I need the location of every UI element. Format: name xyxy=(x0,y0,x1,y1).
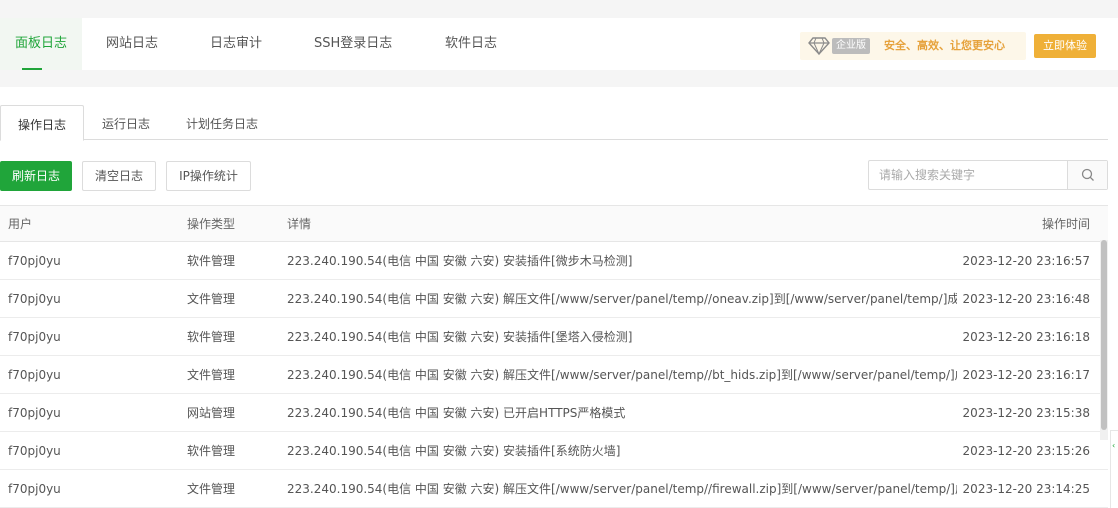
ip-stats-button[interactable]: IP操作统计 xyxy=(166,161,251,191)
table-row: f70pj0yu 文件管理 223.240.190.54(电信 中国 安徽 六安… xyxy=(0,470,1108,508)
sub-tab-bar: 操作日志 运行日志 计划任务日志 xyxy=(0,105,1108,141)
cell-time: 2023-12-20 23:16:17 xyxy=(962,368,1090,382)
table-scrollbar[interactable] xyxy=(1100,240,1108,440)
operation-log-table: 用户 操作类型 详情 操作时间 f70pj0yu 软件管理 223.240.19… xyxy=(0,205,1108,508)
cell-type: 文件管理 xyxy=(187,368,236,382)
cell-user: f70pj0yu xyxy=(8,406,61,420)
cell-user: f70pj0yu xyxy=(8,368,61,382)
cell-type: 网站管理 xyxy=(187,406,236,420)
table-row: f70pj0yu 文件管理 223.240.190.54(电信 中国 安徽 六安… xyxy=(0,280,1108,318)
cell-user: f70pj0yu xyxy=(8,482,61,496)
cell-time: 2023-12-20 23:16:18 xyxy=(962,330,1090,344)
cell-detail: 223.240.190.54(电信 中国 安徽 六安) 安装插件[系统防火墙] xyxy=(287,444,621,458)
tab-panel-log[interactable]: 面板日志 xyxy=(0,18,82,70)
cell-time: 2023-12-20 23:15:26 xyxy=(962,444,1090,458)
tab-label: 面板日志 xyxy=(14,36,67,51)
cell-detail: 223.240.190.54(电信 中国 安徽 六安) 安装插件[堡塔入侵检测] xyxy=(287,330,633,344)
column-header-time[interactable]: 操作时间 xyxy=(955,206,1090,242)
table-row: f70pj0yu 网站管理 223.240.190.54(电信 中国 安徽 六安… xyxy=(0,394,1108,432)
top-nav-bar: 面板日志 网站日志 日志审计 SSH登录日志 软件日志 企业版 安全、高效、让您… xyxy=(0,18,1118,70)
chevron-left-icon: ‹ xyxy=(1112,441,1116,450)
cell-time: 2023-12-20 23:16:57 xyxy=(962,254,1090,268)
clear-log-button[interactable]: 清空日志 xyxy=(82,161,156,191)
tab-log-audit[interactable]: 日志审计 xyxy=(210,18,262,70)
tab-ssh-login-log[interactable]: SSH登录日志 xyxy=(314,18,392,70)
cell-detail: 223.240.190.54(电信 中国 安徽 六安) 解压文件[/www/se… xyxy=(287,482,957,496)
tab-label: 网站日志 xyxy=(106,36,159,51)
search-box xyxy=(868,160,1108,190)
active-tab-indicator xyxy=(22,68,42,70)
enterprise-badge: 企业版 xyxy=(832,38,870,54)
subtab-run-log[interactable]: 运行日志 xyxy=(102,105,150,140)
tab-website-log[interactable]: 网站日志 xyxy=(106,18,158,70)
tab-label: 软件日志 xyxy=(445,36,498,51)
subtab-cron-log[interactable]: 计划任务日志 xyxy=(186,105,258,140)
promo-slogan: 安全、高效、让您更安心 xyxy=(884,39,1005,52)
cell-time: 2023-12-20 23:14:25 xyxy=(962,482,1090,496)
try-now-button[interactable]: 立即体验 xyxy=(1034,34,1096,58)
diamond-icon xyxy=(808,37,830,56)
cell-user: f70pj0yu xyxy=(8,254,61,268)
table-row: f70pj0yu 软件管理 223.240.190.54(电信 中国 安徽 六安… xyxy=(0,318,1108,356)
column-header-type: 操作类型 xyxy=(187,217,236,231)
scrollbar-thumb[interactable] xyxy=(1101,240,1107,430)
cell-type: 软件管理 xyxy=(187,254,236,268)
cell-detail: 223.240.190.54(电信 中国 安徽 六安) 解压文件[/www/se… xyxy=(287,368,957,382)
cell-detail: 223.240.190.54(电信 中国 安徽 六安) 已开启HTTPS严格模式 xyxy=(287,406,626,420)
cell-type: 文件管理 xyxy=(187,292,236,306)
table-row: f70pj0yu 软件管理 223.240.190.54(电信 中国 安徽 六安… xyxy=(0,242,1108,280)
cell-type: 文件管理 xyxy=(187,482,236,496)
column-header-user: 用户 xyxy=(8,217,33,231)
cell-time: 2023-12-20 23:15:38 xyxy=(962,406,1090,420)
main-panel: 操作日志 运行日志 计划任务日志 刷新日志 清空日志 IP操作统计 用户 操作类… xyxy=(0,87,1118,508)
cell-detail: 223.240.190.54(电信 中国 安徽 六安) 解压文件[/www/se… xyxy=(287,292,957,306)
cell-user: f70pj0yu xyxy=(8,330,61,344)
table-header: 用户 操作类型 详情 操作时间 xyxy=(0,206,1108,242)
search-button[interactable] xyxy=(1067,161,1107,189)
search-input[interactable] xyxy=(869,161,1067,189)
table-row: f70pj0yu 软件管理 223.240.190.54(电信 中国 安徽 六安… xyxy=(0,432,1108,470)
tab-label: 日志审计 xyxy=(210,36,263,51)
cell-type: 软件管理 xyxy=(187,330,236,344)
refresh-log-button[interactable]: 刷新日志 xyxy=(0,161,72,191)
column-header-detail: 详情 xyxy=(287,217,312,231)
table-row: f70pj0yu 文件管理 223.240.190.54(电信 中国 安徽 六安… xyxy=(0,356,1108,394)
cell-user: f70pj0yu xyxy=(8,292,61,306)
cell-time: 2023-12-20 23:16:48 xyxy=(962,292,1090,306)
cell-user: f70pj0yu xyxy=(8,444,61,458)
subtab-operation-log[interactable]: 操作日志 xyxy=(0,105,84,141)
search-icon xyxy=(1081,168,1094,181)
enterprise-promo: 企业版 安全、高效、让您更安心 xyxy=(800,32,1026,60)
tab-label: SSH登录日志 xyxy=(314,36,393,51)
side-float-widget[interactable]: ‹ xyxy=(1110,430,1118,508)
cell-detail: 223.240.190.54(电信 中国 安徽 六安) 安装插件[微步木马检测] xyxy=(287,254,633,268)
tab-software-log[interactable]: 软件日志 xyxy=(445,18,497,70)
cell-type: 软件管理 xyxy=(187,444,236,458)
